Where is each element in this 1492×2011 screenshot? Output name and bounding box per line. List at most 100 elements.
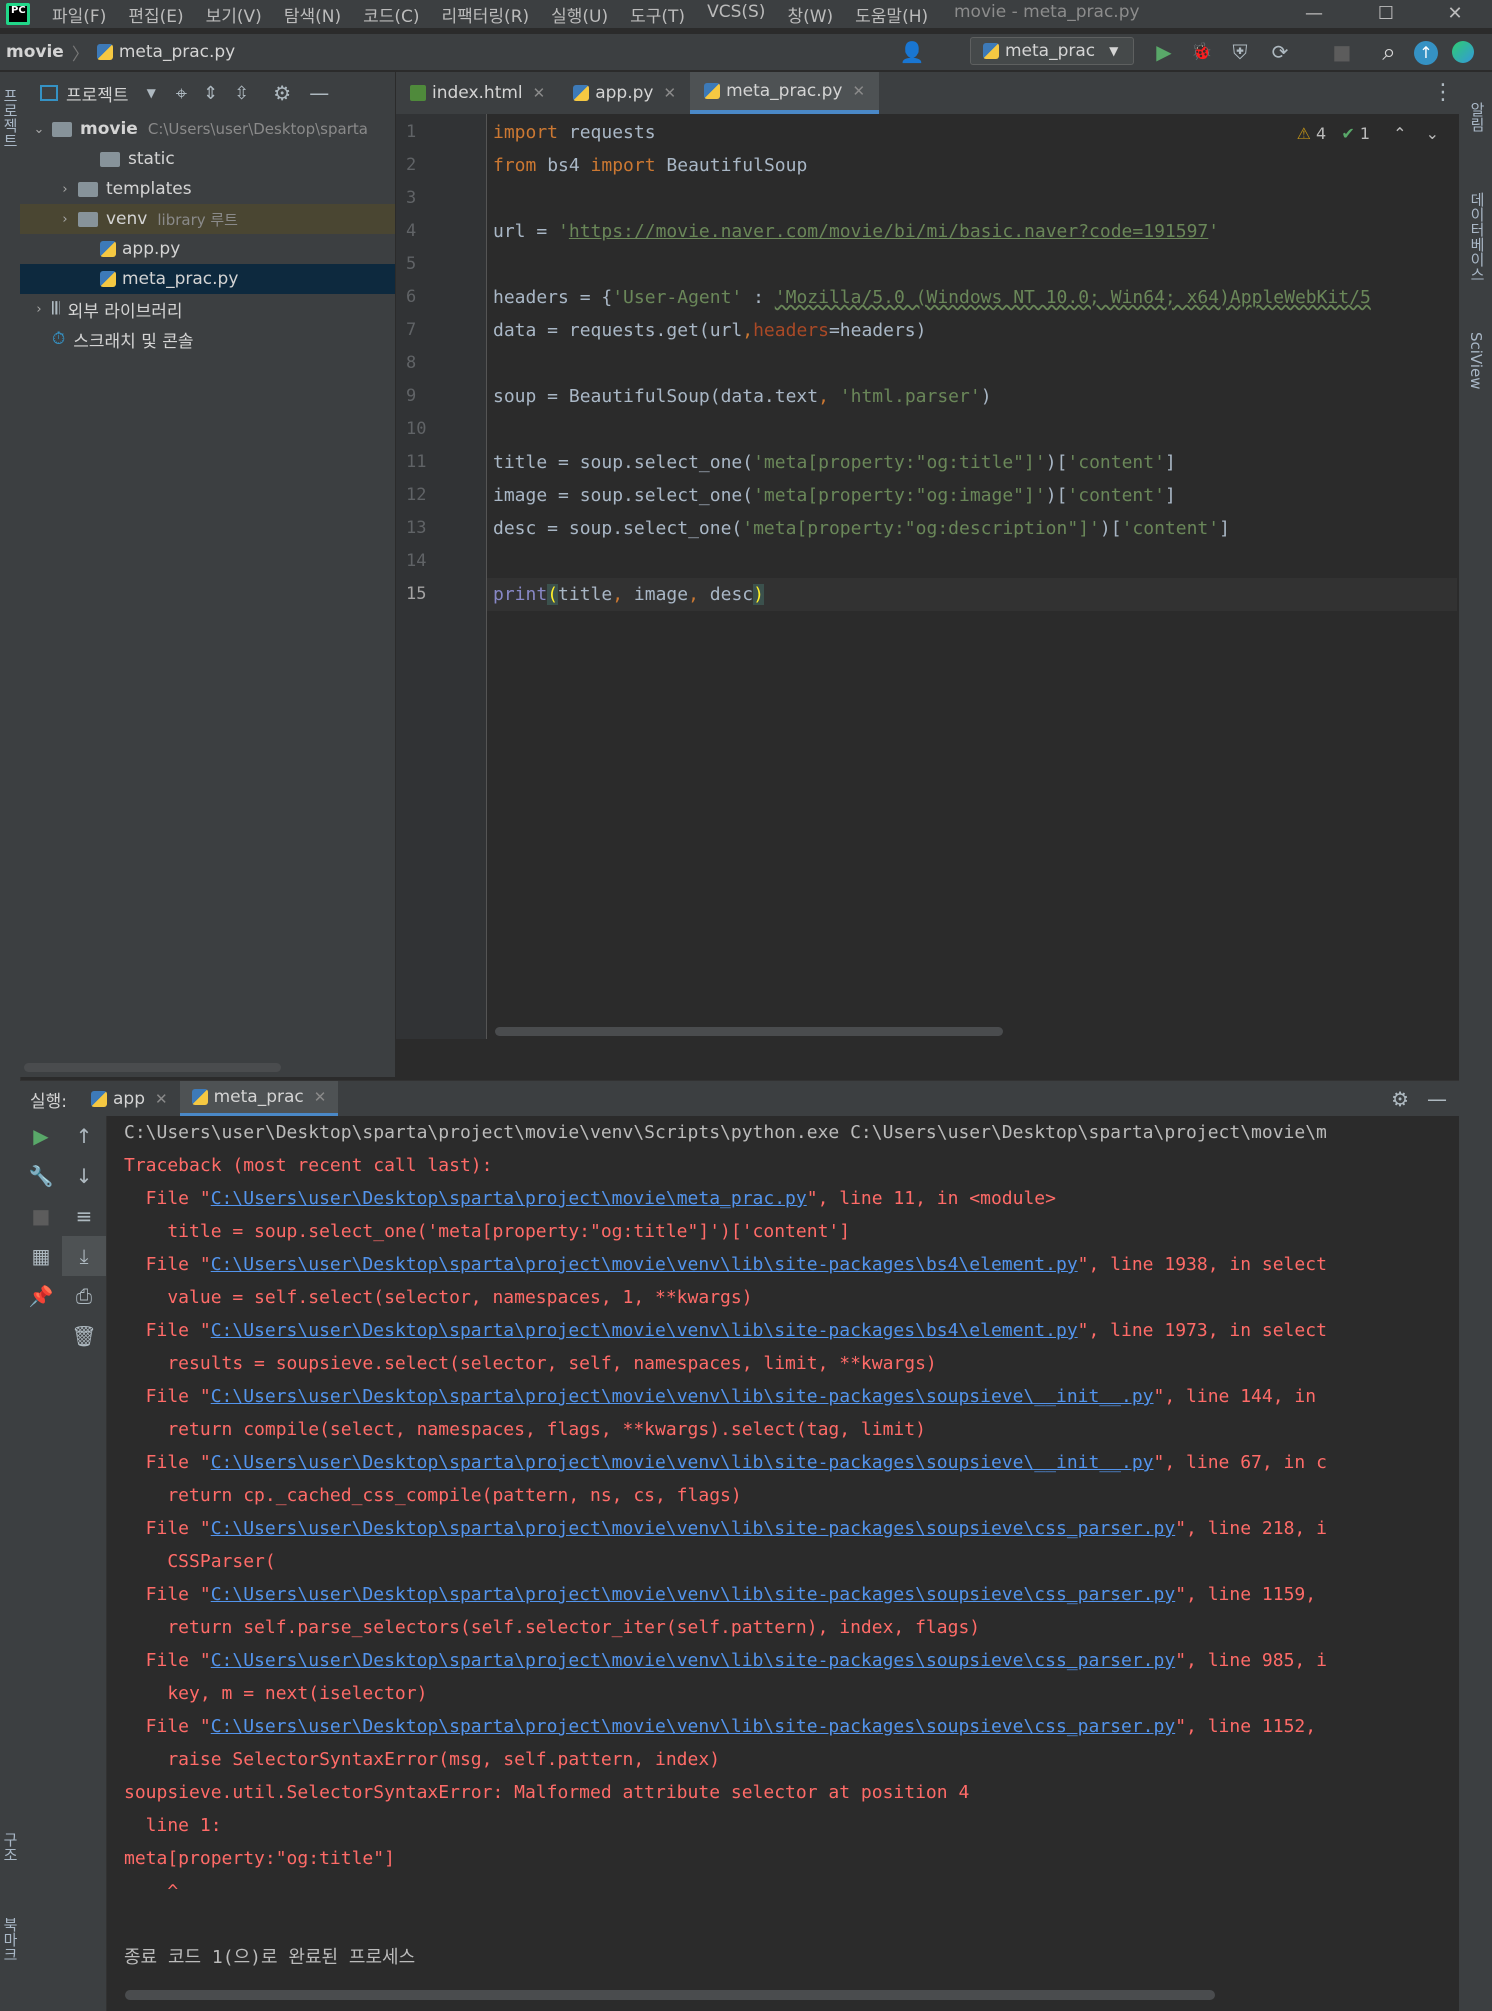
menu-item[interactable]: 보기(V) [206, 2, 262, 27]
menu-item[interactable]: 실행(U) [551, 2, 608, 27]
run-config-label: meta_prac [1005, 41, 1096, 61]
menu-item[interactable]: 코드(C) [363, 2, 419, 27]
debug-icon[interactable]: 🐞 [1188, 38, 1216, 66]
tree-item[interactable]: › venv library 루트 [20, 204, 395, 234]
pin-icon[interactable]: 📌 [20, 1276, 62, 1316]
tree-item[interactable]: meta_prac.py [20, 264, 395, 294]
gear-icon[interactable]: ⚙ [1391, 1087, 1409, 1111]
menu-item[interactable]: 편집(E) [128, 2, 183, 27]
chevron-right-icon[interactable]: › [30, 302, 48, 317]
more-tabs-icon[interactable]: ⋮ [1432, 80, 1454, 105]
close-window-button[interactable]: ✕ [1425, 0, 1485, 28]
menu-item[interactable]: 파일(F) [52, 2, 106, 27]
chevron-right-icon[interactable]: › [56, 182, 74, 197]
file-link[interactable]: C:\Users\user\Desktop\sparta\project\mov… [211, 1452, 1154, 1473]
run-tab[interactable]: app ✕ [79, 1081, 180, 1117]
console-line: ^ [124, 1881, 179, 1902]
bookmarks-tool-tab[interactable]: 북마크 [0, 1917, 21, 1962]
right-tool-stripe: 알림 데이터베이스 SciView [1459, 72, 1492, 2011]
structure-tool-tab[interactable]: 구조 [0, 1832, 21, 1862]
breadcrumb-file[interactable]: meta_prac.py [119, 42, 235, 62]
trash-icon[interactable]: 🗑 [62, 1316, 106, 1356]
chevron-down-icon[interactable]: ▼ [147, 86, 156, 100]
close-icon[interactable]: ✕ [155, 1090, 168, 1108]
menu-item[interactable]: 리팩터링(R) [442, 2, 530, 27]
rerun-icon[interactable]: ▶ [20, 1116, 62, 1156]
sciview-tool-tab[interactable]: SciView [1467, 332, 1485, 390]
console-line: File "C:\Users\user\Desktop\sparta\proje… [107, 1578, 1444, 1611]
close-icon[interactable]: ✕ [533, 84, 546, 102]
tree-item[interactable]: › templates [20, 174, 395, 204]
close-icon[interactable]: ✕ [314, 1088, 327, 1106]
chevron-down-icon[interactable]: ⌄ [1426, 124, 1439, 143]
tree-item[interactable]: ⌄ movie C:\Users\user\Desktop\sparta [20, 114, 395, 144]
file-link[interactable]: C:\Users\user\Desktop\sparta\project\mov… [211, 1386, 1154, 1407]
file-link[interactable]: C:\Users\user\Desktop\sparta\project\mov… [211, 1584, 1176, 1605]
breadcrumb-project[interactable]: movie [6, 42, 64, 62]
console-output[interactable]: C:\Users\user\Desktop\sparta\project\mov… [107, 1116, 1444, 1986]
arrow-up-icon[interactable]: ↑ [62, 1116, 106, 1156]
maximize-button[interactable]: ☐ [1356, 0, 1416, 28]
file-link[interactable]: C:\Users\user\Desktop\sparta\project\mov… [211, 1188, 807, 1209]
file-link[interactable]: C:\Users\user\Desktop\sparta\project\mov… [211, 1320, 1078, 1341]
file-link[interactable]: C:\Users\user\Desktop\sparta\project\mov… [211, 1254, 1078, 1275]
scroll-to-end-icon[interactable]: ⤓ [62, 1236, 106, 1276]
minimize-button[interactable]: — [1284, 0, 1344, 28]
soft-wrap-icon[interactable]: ≡ [62, 1196, 106, 1236]
close-icon[interactable]: ✕ [852, 82, 865, 100]
print-icon[interactable]: ⎙ [62, 1276, 106, 1316]
menu-item[interactable]: 창(W) [787, 2, 833, 27]
update-icon[interactable]: ↑ [1414, 41, 1438, 65]
stop-icon[interactable]: ■ [20, 1196, 62, 1236]
project-horizontal-scrollbar[interactable] [24, 1063, 281, 1072]
file-link[interactable]: C:\Users\user\Desktop\sparta\project\mov… [211, 1518, 1176, 1539]
arrow-down-icon[interactable]: ↓ [62, 1156, 106, 1196]
expand-all-icon[interactable]: ⇕ [203, 83, 218, 104]
editor-tab[interactable]: app.py ✕ [559, 72, 690, 114]
hide-panel-icon[interactable]: — [309, 81, 329, 105]
python-file-icon [91, 1091, 108, 1107]
chevron-right-icon[interactable]: › [56, 212, 74, 227]
notifications-tool-tab[interactable]: 알림 [1467, 102, 1488, 132]
stop-icon[interactable]: ■ [1328, 38, 1356, 66]
gear-icon[interactable]: ⚙ [273, 81, 291, 105]
search-icon[interactable]: ⌕ [1375, 38, 1403, 66]
tree-item[interactable]: static [20, 144, 395, 174]
run-tab[interactable]: meta_prac ✕ [179, 1081, 339, 1117]
tree-item[interactable]: ⏱ 스크래치 및 콘솔 [20, 324, 395, 354]
locate-icon[interactable]: ⌖ [176, 81, 187, 105]
coverage-icon[interactable]: ⛨ [1226, 38, 1254, 66]
menu-item[interactable]: 도구(T) [630, 2, 685, 27]
code-with-me-icon[interactable] [1452, 41, 1474, 63]
editor-tab[interactable]: meta_prac.py ✕ [690, 72, 880, 114]
run-config-dropdown[interactable]: meta_prac ▼ [970, 37, 1134, 65]
tree-item[interactable]: app.py [20, 234, 395, 264]
menu-item[interactable]: 도움말(H) [855, 2, 928, 27]
layout-icon[interactable]: ▦ [20, 1236, 62, 1276]
console-horizontal-scrollbar[interactable] [125, 1990, 1215, 2000]
project-panel-title[interactable]: 프로젝트 [66, 81, 129, 106]
tree-item[interactable]: › 𝄃𝄃 외부 라이브러리 [20, 294, 395, 324]
file-link[interactable]: C:\Users\user\Desktop\sparta\project\mov… [211, 1716, 1176, 1737]
run-icon[interactable]: ▶ [1150, 38, 1178, 66]
database-tool-tab[interactable]: 데이터베이스 [1467, 192, 1488, 282]
code-editor[interactable]: ⚠ 4 ✔ 1 ⌃ ⌄ import requests from bs4 imp… [487, 114, 1457, 1039]
inspection-widget[interactable]: ⚠ 4 ✔ 1 ⌃ ⌄ [1297, 124, 1439, 143]
console-line: return compile(select, namespaces, flags… [124, 1419, 926, 1440]
user-icon[interactable]: 👤 [898, 38, 926, 66]
console-vertical-scrollbar[interactable] [1444, 1116, 1459, 1986]
menu-item[interactable]: VCS(S) [707, 2, 765, 27]
chevron-down-icon[interactable]: ⌄ [30, 122, 48, 137]
wrench-icon[interactable]: 🔧 [20, 1156, 62, 1196]
chevron-up-icon[interactable]: ⌃ [1393, 124, 1406, 143]
project-tool-tab[interactable]: 프로젝트 [0, 88, 21, 148]
profile-icon[interactable]: ⟳ [1266, 38, 1294, 66]
editor-horizontal-scrollbar[interactable] [495, 1027, 1003, 1036]
collapse-all-icon[interactable]: ⇳ [234, 83, 249, 104]
editor-tab[interactable]: index.html ✕ [396, 72, 559, 114]
menu-item[interactable]: 탐색(N) [284, 2, 341, 27]
hide-panel-icon[interactable]: — [1427, 1087, 1447, 1111]
close-icon[interactable]: ✕ [663, 84, 676, 102]
file-link[interactable]: C:\Users\user\Desktop\sparta\project\mov… [211, 1650, 1176, 1671]
